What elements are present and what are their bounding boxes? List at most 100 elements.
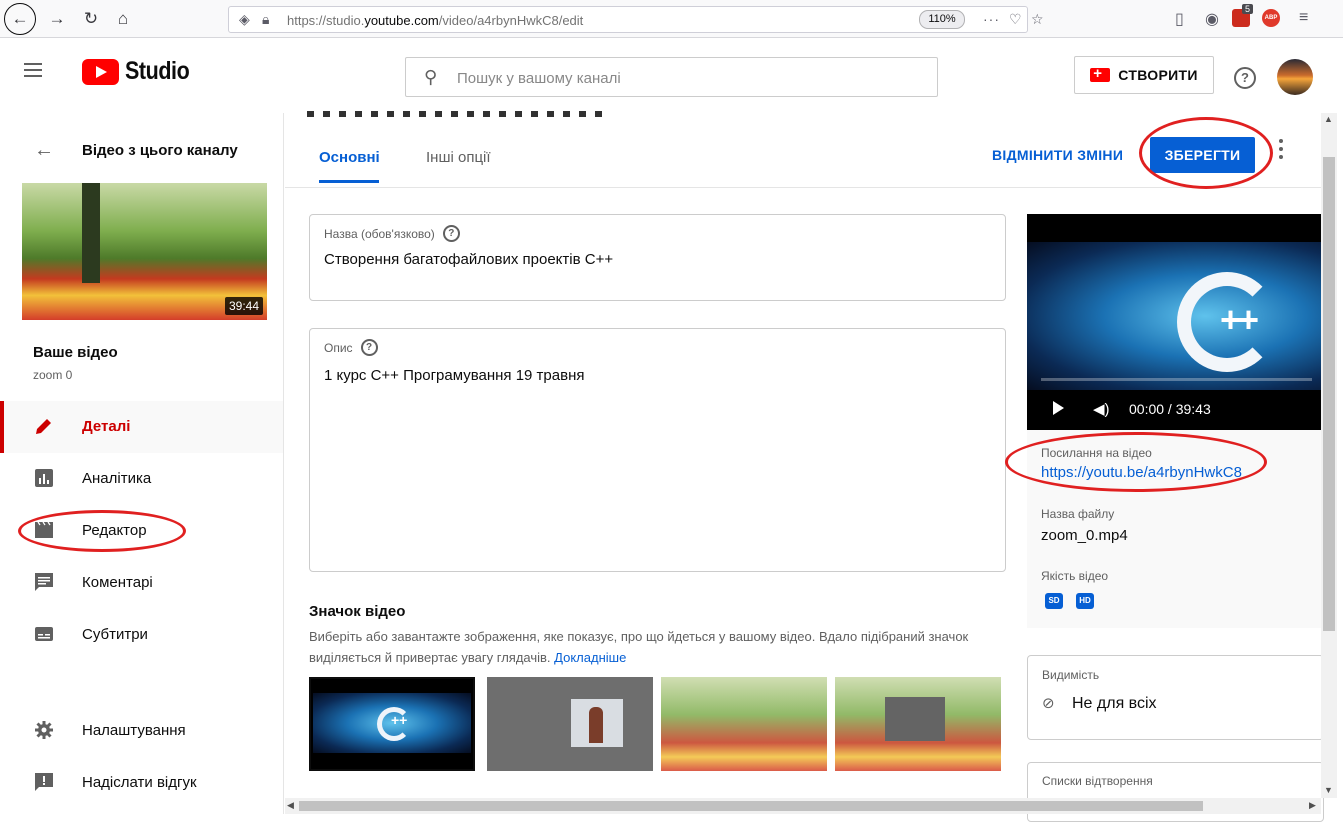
scrollbar-thumb[interactable] [299,801,1203,811]
comment-icon [35,573,53,591]
file-name-value: zoom_0.mp4 [1041,527,1128,544]
visibility-value: Не для всіх [1072,695,1157,712]
studio-header: Studio ⚲ Пошук у вашому каналі СТВОРИТИ … [0,38,1343,113]
player-controls: ◀︎) 00:00 / 39:43 [1027,391,1324,430]
undo-changes-button[interactable]: ВІДМІНИТИ ЗМІНИ [992,147,1123,163]
notification-badge: 5 [1242,4,1254,14]
help-icon[interactable]: ? [360,339,378,356]
thumbnail-heading: Значок відео [309,603,406,620]
sidebar: ← Відео з цього каналу 39:44 Ваше відео … [0,113,284,814]
tab-basic[interactable]: Основні [319,149,380,183]
progress-bar[interactable] [1041,378,1312,381]
menu-icon[interactable]: ≡ [1299,9,1308,27]
adblock-icon[interactable]: ABP [1262,9,1280,27]
cpp-plus: ++ [1220,299,1259,340]
create-button[interactable]: СТВОРИТИ [1074,56,1214,94]
channel-videos-link[interactable]: Відео з цього каналу [82,142,238,159]
url-bar[interactable]: ◈ 🔒︎ https://studio.youtube.com/video/a4… [228,6,1044,33]
help-icon[interactable]: ? [1234,67,1256,89]
tab-other-options[interactable]: Інші опції [426,149,491,166]
lock-icon[interactable]: 🔒︎ [262,11,269,28]
forward-arrow-icon[interactable]: → [42,4,72,34]
back-arrow-icon[interactable]: ← [34,139,54,162]
scroll-left-icon[interactable]: ◀ [287,800,294,811]
scroll-up-icon[interactable]: ▲ [1324,114,1333,124]
gear-icon [35,721,53,739]
pencil-icon [36,419,51,434]
back-arrow-icon[interactable]: ← [4,3,36,35]
logo-text: Studio [125,57,190,85]
bookmark-star-icon[interactable]: ☆ [1031,11,1044,28]
scrolled-title-fragment [307,111,607,117]
horizontal-scrollbar[interactable]: ◀ ▶ [285,798,1321,814]
page-actions-icon[interactable]: ··· [983,11,1000,27]
thumbnail-option-2[interactable] [487,677,653,771]
thumbnail-option-3[interactable] [661,677,827,771]
sidebar-item-label: Субтитри [82,626,148,643]
sidebar-item-label: Налаштування [82,722,186,739]
url-text[interactable]: https://studio.youtube.com/video/a4rbynH… [287,13,583,28]
annotation-circle-link [1005,432,1267,492]
more-options-icon[interactable] [1279,139,1283,163]
visibility-label: Видимість [1042,668,1100,682]
sidebar-item-label: Деталі [82,418,131,435]
file-name-label: Назва файлу [1041,507,1115,521]
learn-more-link[interactable]: Докладніше [554,650,626,665]
zoom-level[interactable]: 110% [919,10,965,29]
subtitles-icon [35,627,53,641]
search-input[interactable]: ⚲ Пошук у вашому каналі [405,57,938,97]
video-player[interactable]: ++ ◀︎) 00:00 / 39:43 [1027,214,1324,430]
visibility-box[interactable]: Видимість ⊘ Не для всіх [1027,655,1324,740]
browser-toolbar: ← → ↻ ⌂ ◈ 🔒︎ https://studio.youtube.com/… [0,0,1343,38]
sidebar-item-subtitles[interactable]: Субтитри [0,609,283,661]
hd-badge: HD [1076,593,1094,609]
home-icon[interactable]: ⌂ [108,4,138,34]
vertical-scrollbar[interactable]: ▲ ▼ [1321,113,1337,798]
description-value[interactable]: 1 курс С++ Програмування 19 травня [324,367,585,384]
title-value[interactable]: Створення багатофайлових проектів С++ [324,251,613,268]
player-time: 00:00 / 39:43 [1129,401,1211,417]
your-video-label: Ваше відео [33,344,118,361]
annotation-circle-save [1139,117,1273,189]
play-icon[interactable] [1053,401,1064,415]
search-icon: ⚲ [424,67,438,87]
scrollbar-thumb[interactable] [1323,157,1335,631]
volume-icon[interactable]: ◀︎) [1093,400,1110,418]
description-field[interactable]: Опис? 1 курс С++ Програмування 19 травня [309,328,1006,572]
avatar[interactable] [1277,59,1313,95]
analytics-icon [35,469,53,487]
video-thumbnail[interactable]: 39:44 [22,183,267,320]
sidebar-item-details[interactable]: Деталі [0,401,283,453]
studio-logo[interactable]: Studio [82,57,200,86]
search-placeholder: Пошук у вашому каналі [457,70,621,87]
playlists-label: Списки відтворення [1042,774,1153,788]
sidebar-item-feedback[interactable]: Надіслати відгук [0,757,283,809]
scroll-down-icon[interactable]: ▼ [1324,785,1333,795]
sd-badge: SD [1045,593,1063,609]
video-duration: 39:44 [224,297,263,315]
account-icon[interactable]: ◉ [1205,9,1219,29]
title-field[interactable]: Назва (обов'язково)? Створення багатофай… [309,214,1006,301]
help-icon[interactable]: ? [442,225,460,242]
title-label: Назва (обов'язково)? [324,225,460,242]
hamburger-menu-icon[interactable] [24,63,42,77]
sidebar-item-analytics[interactable]: Аналітика [0,453,283,505]
thumbnail-option-1[interactable]: ++ [309,677,475,771]
sidebar-item-label: Коментарі [82,574,153,591]
youtube-play-icon [82,58,119,85]
pocket-icon[interactable]: ♡ [1009,11,1022,28]
feedback-icon [35,773,53,791]
sidebar-toggle-icon[interactable]: ▯ [1175,9,1184,29]
scroll-right-icon[interactable]: ▶ [1309,800,1316,811]
reload-icon[interactable]: ↻ [76,4,106,34]
sidebar-item-settings[interactable]: Налаштування [0,705,283,757]
create-label: СТВОРИТИ [1118,67,1198,83]
video-name: zoom 0 [33,368,73,382]
thumbnail-option-4[interactable] [835,677,1001,771]
create-video-icon [1090,65,1111,82]
thumbnail-description: Виберіть або завантажте зображення, яке … [309,629,969,665]
sidebar-item-label: Аналітика [82,470,152,487]
shield-icon[interactable]: ◈ [239,11,250,28]
tabs-bar: Основні Інші опції ВІДМІНИТИ ЗМІНИ ЗБЕРЕ… [285,111,1321,189]
sidebar-item-comments[interactable]: Коментарі [0,557,283,609]
